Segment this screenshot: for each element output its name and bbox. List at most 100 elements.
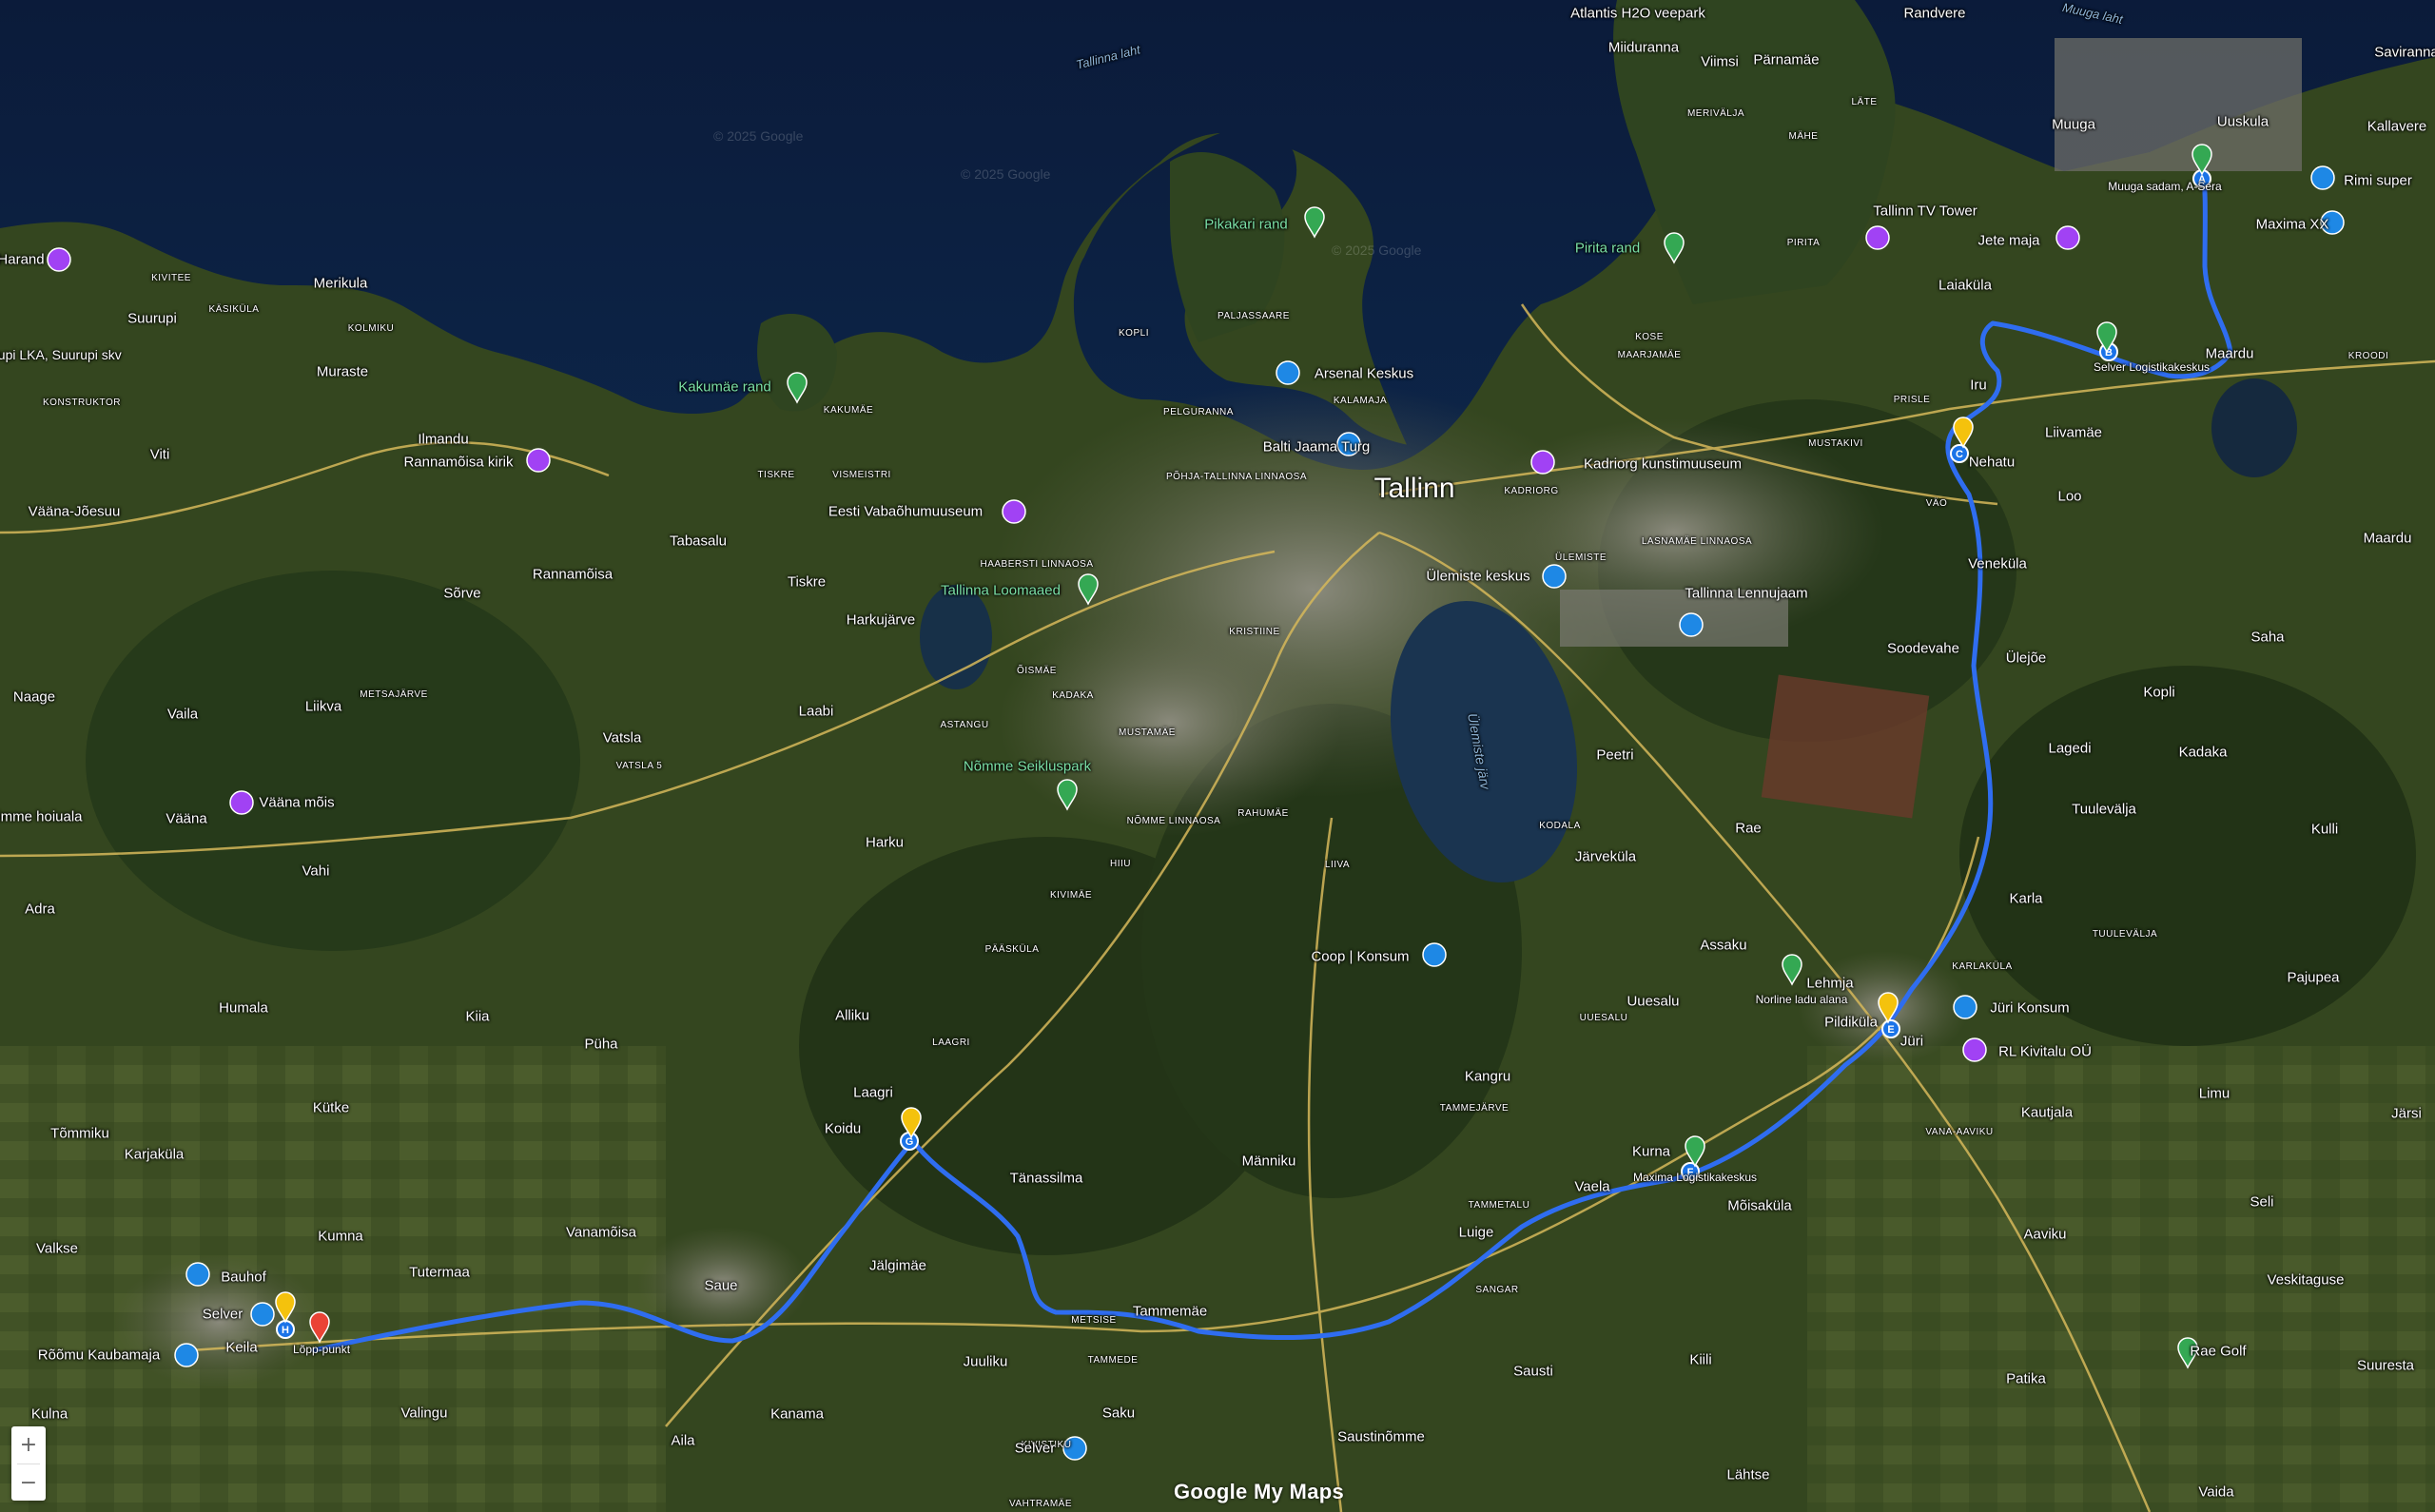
place-label: Valkse bbox=[36, 1240, 78, 1257]
poi-label[interactable]: Tallinna Lennujaam bbox=[1685, 587, 1807, 601]
place-label: Pärnamäe bbox=[1753, 51, 1820, 68]
poi-label[interactable]: Balti Jaama Turg bbox=[1263, 440, 1371, 455]
city-label: Tallinn bbox=[1373, 473, 1455, 504]
place-label: Pajupea bbox=[2287, 969, 2340, 986]
poi-label[interactable]: Arsenal Keskus bbox=[1315, 367, 1413, 381]
place-label: Seli bbox=[2250, 1193, 2274, 1211]
place-label: Kangru bbox=[1464, 1068, 1511, 1085]
shop-icon[interactable] bbox=[2310, 165, 2335, 190]
district-label: RAHUMÄE bbox=[1237, 808, 1289, 819]
place-label: Sausti bbox=[1513, 1363, 1553, 1380]
route-stop-label: C bbox=[1956, 449, 1963, 460]
museum-icon[interactable] bbox=[1002, 499, 1026, 524]
poi-label[interactable]: Suurupi LKA, Suurupi skv bbox=[0, 348, 122, 361]
place-label: Lähtse bbox=[1726, 1466, 1770, 1483]
poi-label[interactable]: Nõmme hoiuala bbox=[0, 810, 83, 824]
poi-label[interactable]: Nõmme Seikluspark bbox=[964, 760, 1091, 774]
district-label: PELGURANNA bbox=[1163, 407, 1234, 417]
route-stop-h[interactable]: H bbox=[276, 1320, 295, 1339]
poi-label[interactable]: Pikakari rand bbox=[1204, 218, 1288, 232]
poi-label[interactable]: Eesti Vabaõhumuuseum bbox=[828, 505, 983, 519]
shop-icon[interactable] bbox=[1542, 564, 1567, 589]
shop-icon[interactable] bbox=[1276, 360, 1300, 385]
zoom-out-button[interactable]: − bbox=[11, 1464, 46, 1502]
district-label: KADAKA bbox=[1052, 690, 1094, 701]
landmark-icon[interactable] bbox=[2055, 225, 2080, 250]
zoom-in-button[interactable]: + bbox=[11, 1426, 46, 1464]
place-label: Aila bbox=[671, 1432, 695, 1449]
poi-label[interactable]: Selver Logistikakeskus bbox=[2094, 361, 2210, 373]
place-label: Tammemäe bbox=[1132, 1303, 1208, 1320]
poi-label[interactable]: Maxima Logistikakeskus bbox=[1633, 1172, 1757, 1183]
poi-label[interactable]: Norline ladu alana bbox=[1756, 994, 1848, 1005]
place-label: Limu bbox=[2198, 1085, 2230, 1102]
forest bbox=[86, 571, 580, 951]
place-label: Mõisaküla bbox=[1727, 1197, 1792, 1214]
route-stop-c[interactable]: C bbox=[1950, 444, 1969, 463]
district-label: VISMEISTRI bbox=[832, 470, 891, 480]
poi-label[interactable]: Vääna mõis bbox=[259, 796, 334, 810]
poi-label[interactable]: Ülemiste keskus bbox=[1426, 570, 1529, 584]
shop-icon[interactable] bbox=[185, 1262, 210, 1287]
district-label: TAMMETALU bbox=[1468, 1200, 1530, 1211]
place-label: Ilmandu bbox=[418, 431, 469, 448]
poi-label[interactable]: Lõpp-punkt bbox=[293, 1344, 350, 1355]
place-label: Tutermaa bbox=[409, 1264, 470, 1281]
place-label: Vaida bbox=[2198, 1483, 2234, 1501]
place-label: Luige bbox=[1458, 1224, 1494, 1241]
place-label: Lagedi bbox=[2048, 740, 2092, 757]
district-label: KÄSIKÜLA bbox=[208, 304, 260, 315]
poi-label[interactable]: Kadriorg kunstimuuseum bbox=[1584, 457, 1742, 472]
shop-icon[interactable] bbox=[1422, 942, 1447, 967]
poi-label[interactable]: Rimi super bbox=[2344, 174, 2412, 188]
poi-label[interactable]: Harand bbox=[0, 253, 45, 267]
place-label: Loo bbox=[2057, 488, 2082, 505]
museum-icon[interactable] bbox=[1962, 1037, 1987, 1062]
poi-label[interactable]: Tallinna Loomaaed bbox=[941, 584, 1061, 598]
zoom-control: + − bbox=[11, 1426, 46, 1501]
place-label: Soodevahe bbox=[1887, 640, 1959, 657]
shop-icon[interactable] bbox=[250, 1302, 275, 1327]
district-label: KAKUMÄE bbox=[823, 405, 874, 416]
place-label: Vääna bbox=[166, 810, 207, 827]
district-label: TUULEVÄLJA bbox=[2092, 929, 2158, 940]
district-label: METSISE bbox=[1071, 1315, 1117, 1326]
district-label: KADRIORG bbox=[1504, 486, 1559, 496]
shop-icon[interactable] bbox=[174, 1343, 199, 1367]
district-label: ASTANGU bbox=[940, 720, 989, 730]
district-label: VANA-AAVIKU bbox=[1925, 1127, 1994, 1137]
place-label: Aaviku bbox=[2023, 1226, 2067, 1243]
district-label: MUSTAMÄE bbox=[1119, 727, 1176, 738]
poi-label[interactable]: RL Kivitalu OÜ bbox=[1998, 1045, 2092, 1059]
place-label: Suurupi bbox=[127, 310, 177, 327]
church-icon[interactable] bbox=[526, 448, 551, 473]
district-label: HAABERSTI LINNAOSA bbox=[980, 559, 1094, 570]
shop-icon[interactable] bbox=[1953, 995, 1977, 1019]
poi-label[interactable]: Rae Golf bbox=[2190, 1345, 2246, 1359]
district-label: ÕISMÄE bbox=[1017, 666, 1057, 676]
poi-label[interactable]: Jüri Konsum bbox=[1990, 1001, 2069, 1016]
poi-label[interactable]: Kakumäe rand bbox=[678, 380, 771, 395]
place-label: Koidu bbox=[824, 1120, 862, 1137]
poi-label[interactable]: Tallinn TV Tower bbox=[1873, 204, 1977, 219]
poi-label[interactable]: Pirita rand bbox=[1575, 242, 1640, 256]
copyright-watermark: © 2025 Google bbox=[713, 128, 804, 144]
poi-label[interactable]: Maxima XX bbox=[2256, 218, 2329, 232]
place-label: Naage bbox=[12, 688, 56, 706]
poi-label[interactable]: Muuga sadam, A-Sera bbox=[2108, 181, 2221, 192]
poi-label[interactable]: Selver bbox=[203, 1308, 244, 1322]
museum-icon[interactable] bbox=[1530, 450, 1555, 475]
district-label: KALAMAJA bbox=[1333, 396, 1388, 406]
airport-icon[interactable] bbox=[1679, 612, 1704, 637]
place-label: Kiia bbox=[465, 1008, 490, 1025]
poi-label[interactable]: Rõõmu Kaubamaja bbox=[38, 1348, 160, 1363]
poi-label[interactable]: Selver bbox=[1015, 1442, 1056, 1456]
poi-label[interactable]: Bauhof bbox=[221, 1270, 266, 1285]
museum-icon[interactable] bbox=[47, 247, 71, 272]
place-label: Adra bbox=[25, 901, 55, 918]
route-stop-e[interactable]: E bbox=[1881, 1019, 1900, 1038]
place-label: Nehatu bbox=[1968, 454, 2016, 471]
museum-icon[interactable] bbox=[229, 790, 254, 815]
tv-tower-icon[interactable] bbox=[1865, 225, 1890, 250]
poi-label[interactable]: Coop | Konsum bbox=[1311, 950, 1409, 964]
